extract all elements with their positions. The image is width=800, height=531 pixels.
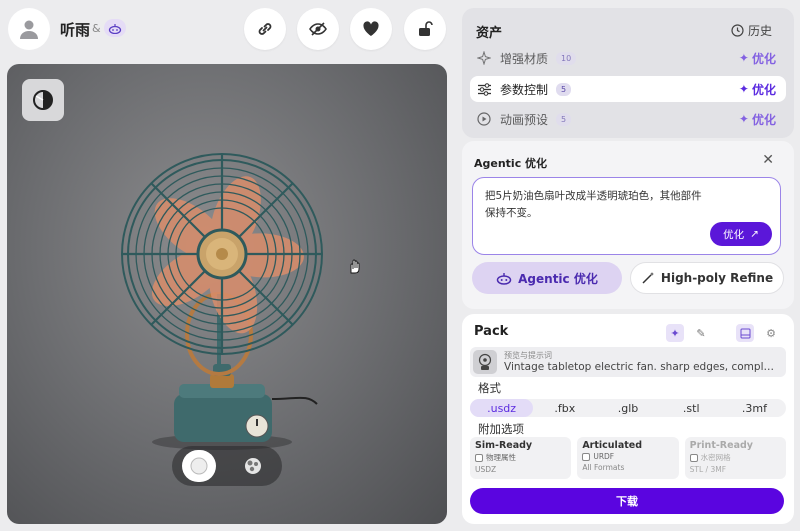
favorite-button[interactable]	[350, 8, 392, 50]
format-option-usdz[interactable]: .usdz	[470, 399, 534, 417]
option-print-ready[interactable]: Print-Ready 水密网格 STL / 3MF	[684, 437, 786, 479]
option-articulated[interactable]: Articulated URDF All Formats	[577, 437, 679, 479]
optimize-submit-button[interactable]: 优化 ↗	[710, 222, 772, 246]
close-icon[interactable]: ✕	[762, 152, 774, 168]
top-bar: 听雨 &	[0, 0, 460, 60]
extra-options: Sim-Ready 物理属性 USDZ Articulated URDF All…	[470, 437, 786, 479]
fan-thumbnail-icon	[478, 353, 492, 370]
user-icon	[20, 20, 38, 39]
prompt-label: 预览与提示词	[504, 351, 552, 360]
asset-label: 动画预设	[500, 112, 549, 127]
format-selector: .usdz .fbx .glb .stl .3mf	[470, 399, 786, 417]
checkbox-icon	[689, 453, 698, 462]
unlock-icon	[419, 21, 433, 36]
asset-row-material[interactable]: 增强材质 10 ✦ 优化	[470, 48, 786, 68]
extras-label: 附加选项	[478, 422, 524, 436]
format-option-3mf[interactable]: .3mf	[723, 399, 786, 417]
sparkle-tool-button[interactable]: ✦	[666, 324, 684, 342]
render-mode-switcher	[172, 446, 282, 486]
hand-cursor-icon	[347, 258, 361, 278]
magic-sparkle-icon: ✦	[738, 112, 749, 126]
model-viewport[interactable]	[7, 64, 447, 524]
image-icon	[740, 328, 750, 338]
magic-sparkle-icon: ✦	[738, 51, 749, 65]
agentic-prompt-input[interactable]: 把5片奶油色扇叶改成半透明琥珀色，其他部件保持不变。 优化 ↗	[472, 177, 781, 255]
asset-count: 5	[556, 112, 572, 126]
assets-panel: 资产 历史 增强材质 10 ✦ 优化 参数控制 5 ✦ 优化 动画预设 5 ✦ 优化	[462, 8, 794, 138]
format-option-fbx[interactable]: .fbx	[533, 399, 596, 417]
username: 听雨	[60, 21, 91, 39]
checkbox-icon	[582, 452, 591, 461]
link-icon	[258, 23, 272, 35]
gear-icon: ⚙	[766, 326, 776, 340]
history-label: 历史	[747, 24, 772, 38]
optimize-button[interactable]: ✦ 优化	[739, 50, 776, 67]
tab-agentic[interactable]: Agentic 优化	[472, 262, 622, 294]
magic-wand-icon	[642, 272, 654, 284]
asset-row-animation[interactable]: 动画预设 5 ✦ 优化	[470, 108, 786, 130]
asset-label: 参数控制	[500, 82, 549, 97]
preview-thumbnail	[473, 350, 497, 374]
agent-badge[interactable]	[104, 19, 126, 37]
sparkle-icon	[470, 51, 498, 65]
prompt-text: 把5片奶油色扇叶改成半透明琥珀色，其他部件保持不变。	[485, 190, 702, 219]
pencil-icon: ✎	[696, 326, 706, 340]
eye-slash-icon	[309, 22, 327, 36]
history-button[interactable]: 历史	[731, 22, 772, 39]
agent-icon	[108, 23, 122, 34]
lock-button[interactable]	[404, 8, 446, 50]
solid-mode-button[interactable]	[182, 450, 216, 482]
asset-label: 增强材质	[500, 51, 549, 66]
settings-button[interactable]: ⚙	[762, 324, 780, 342]
link-button[interactable]	[244, 8, 286, 50]
image-view-button[interactable]	[736, 324, 754, 342]
format-option-glb[interactable]: .glb	[596, 399, 659, 417]
agent-icon	[496, 272, 512, 285]
agentic-title: Agentic 优化	[474, 157, 548, 170]
agentic-panel: Agentic 优化 ✕ 把5片奶油色扇叶改成半透明琥珀色，其他部件保持不变。 …	[462, 141, 794, 309]
sliders-icon	[470, 82, 498, 96]
format-option-stl[interactable]: .stl	[660, 399, 723, 417]
solid-icon	[190, 457, 208, 475]
clock-icon	[731, 24, 744, 37]
asset-row-params[interactable]: 参数控制 5 ✦ 优化	[470, 76, 786, 102]
tab-high-poly-refine[interactable]: High-poly Refine	[630, 262, 784, 294]
visibility-button[interactable]	[297, 8, 339, 50]
checkbox-physics[interactable]: 物理属性	[475, 452, 566, 463]
play-circle-icon	[470, 112, 498, 126]
checkbox-urdf[interactable]: URDF	[582, 452, 673, 461]
asset-count: 5	[556, 82, 572, 96]
checkbox-icon	[475, 453, 483, 462]
texture-mode-button[interactable]	[236, 450, 270, 482]
half-circle-icon	[33, 90, 53, 110]
ampersand: &	[92, 22, 101, 35]
optimize-button[interactable]: ✦ 优化	[739, 111, 776, 128]
magic-sparkle-icon: ✦	[738, 82, 749, 96]
format-label: 格式	[478, 381, 501, 395]
option-sim-ready[interactable]: Sim-Ready 物理属性 USDZ	[470, 437, 572, 479]
pack-prompt-preview[interactable]: 预览与提示词 Vintage tabletop electric fan. sh…	[470, 347, 786, 377]
arrow-up-right-icon: ↗	[750, 228, 759, 240]
assets-title: 资产	[476, 26, 503, 41]
pack-panel: Pack ✦ ✎ ⚙ 预览与提示词 Vintage tabletop elect…	[462, 314, 794, 524]
prompt-text: Vintage tabletop electric fan. sharp edg…	[504, 361, 774, 373]
heart-icon	[363, 21, 379, 36]
pack-title: Pack	[474, 324, 509, 339]
pack-toolbar: ✦ ✎ ⚙	[666, 324, 780, 342]
user-avatar[interactable]	[8, 8, 50, 50]
sparkle-icon: ✦	[670, 326, 680, 340]
lighting-toggle-button[interactable]	[22, 79, 64, 121]
checkbox-watertight[interactable]: 水密网格	[689, 452, 781, 463]
texture-icon	[245, 458, 261, 474]
edit-button[interactable]: ✎	[692, 324, 710, 342]
download-button[interactable]: 下载	[470, 488, 784, 514]
asset-count: 10	[556, 51, 577, 65]
optimize-button[interactable]: ✦ 优化	[739, 81, 776, 98]
